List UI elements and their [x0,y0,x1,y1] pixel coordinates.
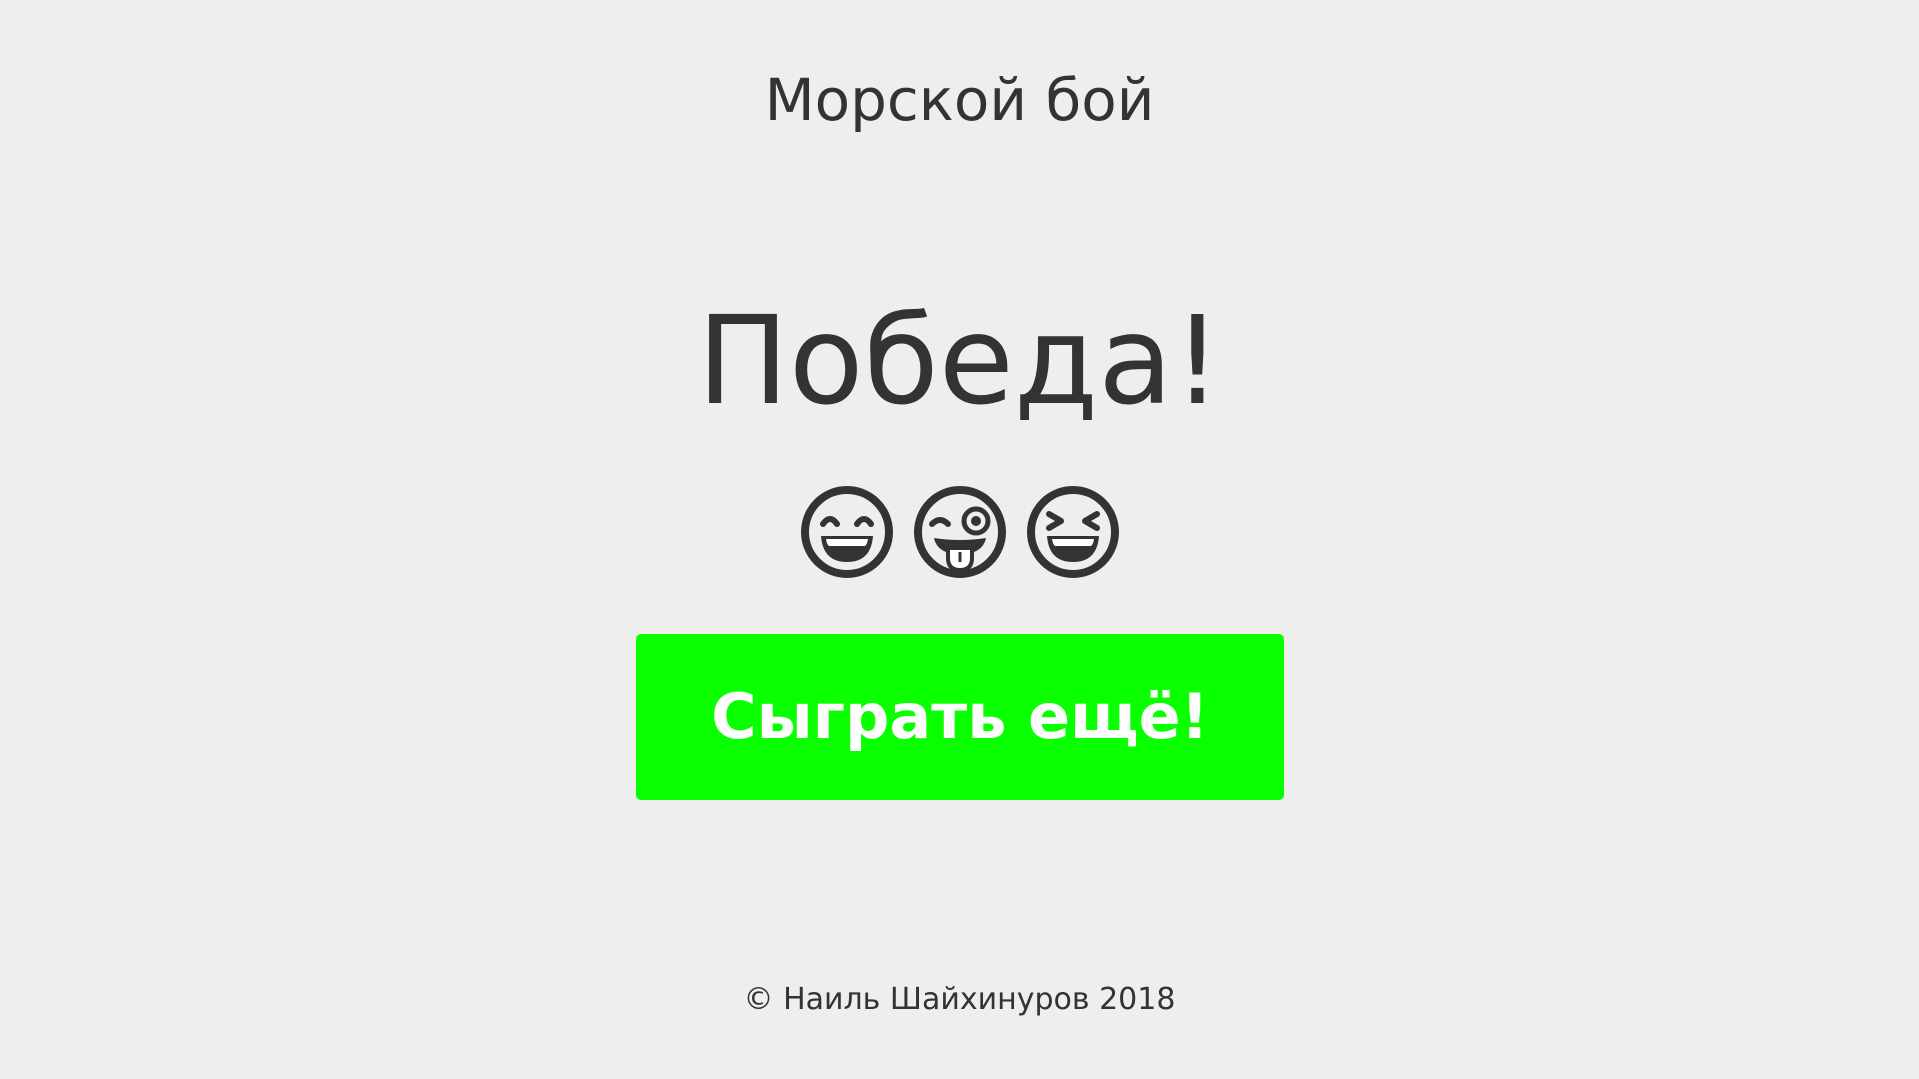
grinning-face-icon [799,484,895,580]
winking-face-with-tongue-icon [912,484,1008,580]
footer-copyright: © Наиль Шайхинуров 2018 [743,982,1176,1017]
emoji-row [0,484,1919,580]
page: Морской бой Победа! Сыграть ещё! © Наиль… [0,0,1919,1079]
page-title: Морской бой [764,66,1155,134]
play-again-button[interactable]: Сыграть ещё! [636,634,1284,800]
laughing-squinting-face-icon [1025,484,1121,580]
result-heading: Победа! [697,290,1222,432]
